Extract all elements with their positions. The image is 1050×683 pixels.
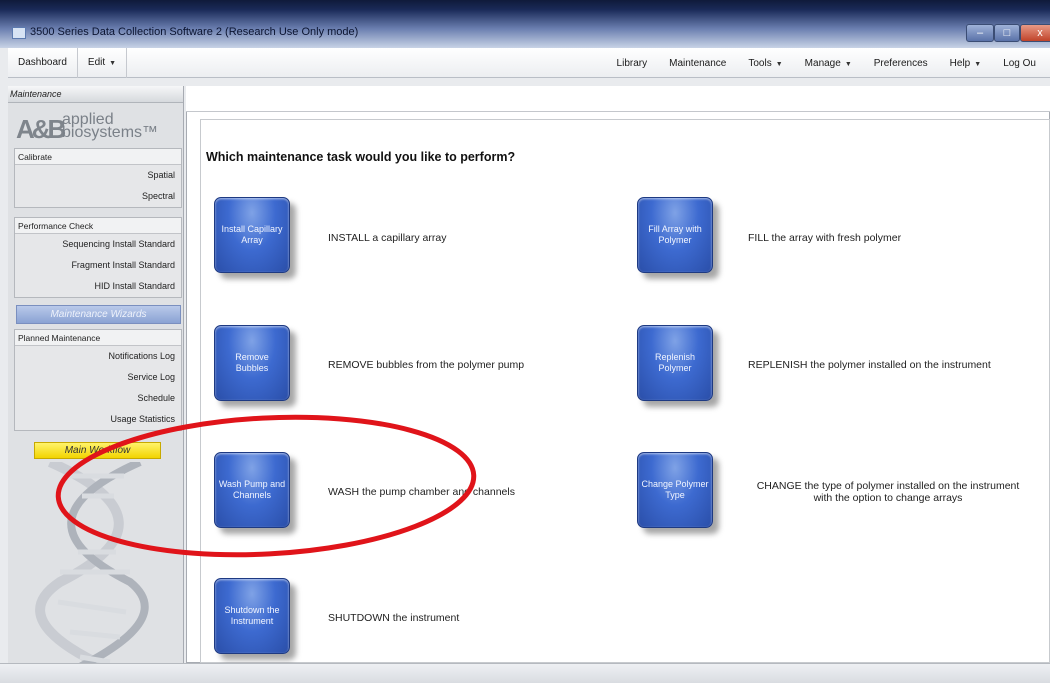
replenish-polymer-description: REPLENISH the polymer installed on the i… [748,359,991,371]
sidebar-item-notifications-log[interactable]: Notifications Log [15,346,181,367]
change-polymer-type-button[interactable]: Change Polymer Type [637,452,713,528]
change-polymer-type-description-line2: with the option to change arrays [813,492,963,504]
planned-maintenance-header: Planned Maintenance [15,330,181,346]
maintenance-wizards-button[interactable]: Maintenance Wizards [16,305,181,324]
library-menu[interactable]: Library [611,58,654,69]
sidebar-item-hid-install-standard[interactable]: HID Install Standard [15,276,181,297]
chevron-down-icon: ▼ [844,60,852,68]
app-icon [12,27,26,39]
maximize-button[interactable]: □ [994,24,1020,42]
close-button[interactable]: x [1020,24,1050,42]
menu-bar: Dashboard Edit ▼ Library Maintenance Tool… [8,48,1050,78]
chevron-down-icon: ▼ [109,60,117,67]
install-capillary-array-description: INSTALL a capillary array [328,232,447,244]
sidebar-item-service-log[interactable]: Service Log [15,367,181,388]
sidebar-item-fragment-install-standard[interactable]: Fragment Install Standard [15,255,181,276]
status-bar [0,663,1050,683]
sidebar-item-sequencing-install-standard[interactable]: Sequencing Install Standard [15,234,181,255]
minimize-button[interactable]: – [966,24,994,42]
main-workflow-button[interactable]: Main Workflow [34,442,161,459]
performance-check-header: Performance Check [15,218,181,234]
fill-array-with-polymer-description: FILL the array with fresh polymer [748,232,902,244]
edit-menu-label: Edit [87,57,106,68]
content-toolbar [186,86,1050,112]
performance-check-section: Performance Check Sequencing Install Sta… [14,217,182,298]
sidebar-item-schedule[interactable]: Schedule [15,388,181,409]
shutdown-instrument-description: SHUTDOWN the instrument [328,612,460,624]
chevron-down-icon: ▼ [775,60,783,68]
shutdown-instrument-button[interactable]: Shutdown the Instrument [214,578,290,654]
remove-bubbles-button[interactable]: Remove Bubbles [214,325,290,401]
sidebar: Maintenance A&B applied biosystems™ Cali… [8,86,184,683]
wash-pump-and-channels-description: WASH the pump chamber and channels [328,486,515,498]
manage-menu[interactable]: Manage ▼ [799,58,858,69]
fill-array-with-polymer-button[interactable]: Fill Array with Polymer [637,197,713,273]
change-polymer-type-description-line1: CHANGE the type of polymer installed on … [756,480,1020,492]
planned-maintenance-section: Planned Maintenance Notifications Log Se… [14,329,182,431]
install-capillary-array-button[interactable]: Install Capillary Array [214,197,290,273]
title-bar: 3500 Series Data Collection Software 2 (… [0,0,1050,48]
wash-pump-and-channels-button[interactable]: Wash Pump and Channels [214,452,290,528]
page-title: Which maintenance task would you like to… [206,150,516,164]
sidebar-header: Maintenance [8,86,183,103]
manage-menu-label: Manage [804,57,841,69]
logo-text-biosystems: biosystems™ [62,124,159,141]
dashboard-tab[interactable]: Dashboard [8,48,78,78]
change-polymer-type-description: CHANGE the type of polymer installed on … [738,480,1038,504]
help-menu-label: Help [949,57,971,69]
ab-logo-icon: A&B [16,114,66,144]
preferences-menu[interactable]: Preferences [868,58,934,69]
sidebar-item-spatial[interactable]: Spatial [15,165,181,186]
help-menu[interactable]: Help ▼ [944,58,988,69]
maintenance-menu[interactable]: Maintenance [663,58,732,69]
logout-menu[interactable]: Log Ou [997,58,1042,69]
dna-helix-image [35,462,149,682]
sidebar-item-spectral[interactable]: Spectral [15,186,181,207]
remove-bubbles-description: REMOVE bubbles from the polymer pump [328,359,525,371]
calibrate-header: Calibrate [15,149,181,165]
calibrate-section: Calibrate Spatial Spectral [14,148,182,208]
maintenance-wizard-panel [200,119,1050,663]
window-title: 3500 Series Data Collection Software 2 (… [30,26,359,38]
replenish-polymer-button[interactable]: Replenish Polymer [637,325,713,401]
applied-biosystems-logo: A&B applied biosystems™ [14,108,183,146]
edit-menu[interactable]: Edit ▼ [78,48,128,78]
sidebar-item-usage-statistics[interactable]: Usage Statistics [15,409,181,430]
application-window: 3500 Series Data Collection Software 2 (… [0,0,1050,683]
tools-menu[interactable]: Tools ▼ [742,58,788,69]
chevron-down-icon: ▼ [974,60,982,68]
tools-menu-label: Tools [748,57,772,69]
